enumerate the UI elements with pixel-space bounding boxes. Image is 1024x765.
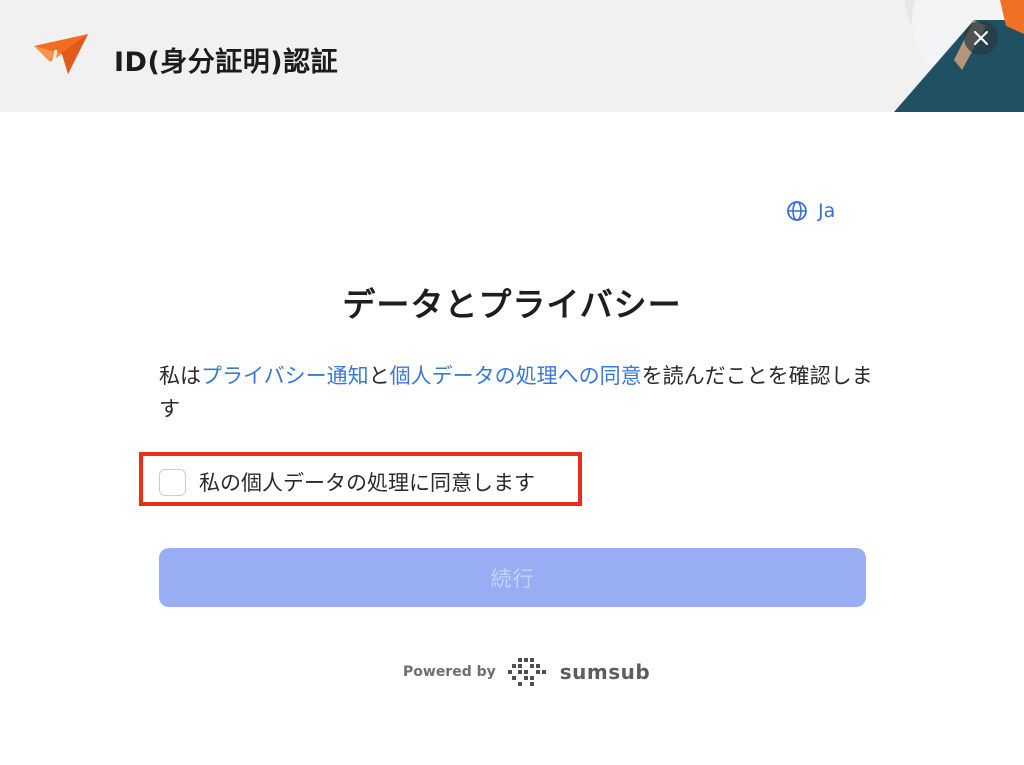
privacy-notice-link[interactable]: プライバシー通知 [201, 364, 369, 388]
consent-prefix: 私は [159, 364, 201, 388]
sumsub-logo-icon [507, 658, 546, 686]
consent-checkbox[interactable] [159, 468, 186, 496]
consent-statement: 私はプライバシー通知と個人データの処理への同意を読んだことを確認します [159, 360, 879, 426]
consent-checkbox-row[interactable]: 私の個人データの処理に同意します [159, 467, 535, 497]
page-title: データとプライバシー [342, 285, 682, 324]
header-title: ID(身分証明)認証 [114, 47, 339, 78]
continue-button[interactable]: 続行 [159, 548, 866, 607]
sumsub-brand-text: sumsub [559, 660, 651, 684]
powered-by-footer: Powered by sumsub [403, 656, 650, 688]
language-label: Ja [818, 200, 836, 222]
continue-button-label: 続行 [490, 566, 535, 591]
consent-middle: と [368, 364, 390, 388]
close-icon [974, 31, 988, 45]
globe-icon [787, 201, 807, 221]
powered-by-label: Powered by [403, 664, 496, 680]
language-switcher[interactable]: Ja [786, 200, 835, 222]
close-button[interactable] [964, 21, 998, 55]
consent-checkbox-label: 私の個人データの処理に同意します [199, 471, 535, 495]
brand-arrow-logo [34, 34, 88, 74]
data-processing-consent-link[interactable]: 個人データの処理への同意 [390, 364, 642, 388]
header-decoration-graphic [894, 0, 1024, 112]
verification-modal: ID(身分証明)認証 Ja データとプライバシー 私はプライバシー通知と個人デー… [0, 0, 1024, 765]
header-bar: ID(身分証明)認証 [0, 0, 1024, 112]
